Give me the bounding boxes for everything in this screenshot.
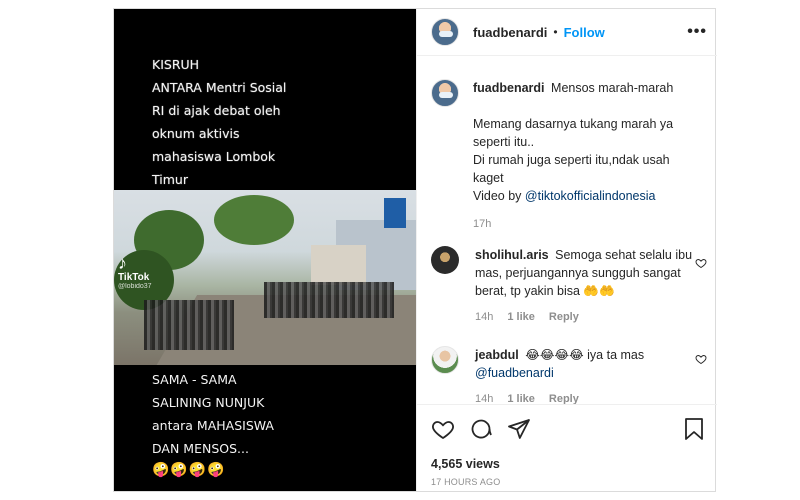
post-actions: 4,565 views 17 HOURS AGO: [417, 404, 717, 490]
caption-avatar[interactable]: [431, 79, 459, 107]
more-options-icon[interactable]: •••: [687, 23, 707, 41]
video-emojis: 🤪🤪🤪🤪: [152, 461, 226, 477]
video-caption-line: RI di ajak debat oleh: [152, 103, 281, 118]
caption-time[interactable]: 17h: [473, 215, 491, 233]
video-caption-bottom: SAMA - SAMA SALINING NUNJUK antara MAHAS…: [152, 368, 402, 460]
video-caption-line: SAMA - SAMA: [152, 372, 237, 387]
reply-button[interactable]: Reply: [549, 308, 579, 326]
video-caption-top: KISRUH ANTARA Mentri Sosial RI di ajak d…: [152, 53, 402, 191]
post-timestamp[interactable]: 17 HOURS AGO: [431, 477, 500, 487]
bookmark-icon[interactable]: [683, 417, 705, 441]
video-scene: [114, 190, 416, 365]
comment-mention-link[interactable]: @fuadbenardi: [475, 366, 554, 380]
avatar[interactable]: [431, 18, 459, 46]
post-header: fuadbenardi • Follow •••: [417, 9, 717, 56]
post-side-panel: fuadbenardi • Follow ••• fuadbenardi Men…: [416, 9, 717, 491]
caption-mention-link[interactable]: @tiktokofficialindonesia: [525, 189, 656, 203]
reply-button[interactable]: Reply: [549, 390, 579, 404]
video-caption-line: DAN MENSOS...: [152, 441, 249, 456]
comment-likes[interactable]: 1 like: [507, 308, 535, 326]
tiktok-icon: ♪: [118, 253, 127, 273]
caption-text: Mensos marah-marah: [551, 81, 674, 95]
post-video[interactable]: KISRUH ANTARA Mentri Sosial RI di ajak d…: [114, 9, 416, 491]
comment-time[interactable]: 14h: [475, 390, 493, 404]
video-caption-line: KISRUH: [152, 57, 200, 72]
share-icon[interactable]: [507, 417, 531, 441]
commenter-avatar[interactable]: [431, 346, 459, 374]
instagram-post: KISRUH ANTARA Mentri Sosial RI di ajak d…: [113, 8, 717, 492]
comment-icon[interactable]: [469, 417, 493, 441]
like-comment-heart-icon[interactable]: [695, 257, 707, 269]
view-count[interactable]: 4,565 views: [431, 457, 500, 471]
video-caption-line: antara MAHASISWA: [152, 418, 274, 433]
video-caption-line: oknum aktivis: [152, 126, 240, 141]
like-comment-heart-icon[interactable]: [695, 353, 707, 365]
video-caption-line: Timur: [152, 172, 188, 187]
commenter-avatar[interactable]: [431, 246, 459, 274]
tiktok-handle: @lobido37: [118, 283, 152, 290]
tiktok-label: TikTok: [118, 272, 150, 283]
comment-item: jeabdul 😂😂😂😂 iya ta mas @fuadbenardi 14h…: [431, 346, 695, 404]
video-caption-line: mahasiswa Lombok: [152, 149, 276, 164]
comment-time[interactable]: 14h: [475, 308, 493, 326]
comment-username[interactable]: jeabdul: [475, 348, 519, 362]
comment-likes[interactable]: 1 like: [507, 390, 535, 404]
tiktok-watermark: ♪ TikTok @lobido37: [118, 253, 152, 290]
caption: fuadbenardi Mensos marah-marah Memang da…: [431, 79, 693, 233]
header-username[interactable]: fuadbenardi: [473, 25, 547, 40]
comments-list[interactable]: fuadbenardi Mensos marah-marah Memang da…: [417, 56, 717, 404]
comment-text: 😂😂😂😂 iya ta mas: [525, 348, 645, 362]
comment-item: sholihul.aris Semoga sehat selalu ibu ma…: [431, 246, 695, 326]
caption-line: Memang dasarnya tukang marah ya seperti …: [473, 117, 674, 149]
follow-button[interactable]: Follow: [564, 25, 605, 40]
comment-username[interactable]: sholihul.aris: [475, 248, 549, 262]
caption-line: Di rumah juga seperti itu,ndak usah kage…: [473, 153, 670, 185]
heart-icon[interactable]: [431, 417, 455, 441]
video-caption-line: ANTARA Mentri Sosial: [152, 80, 287, 95]
separator-dot: •: [553, 25, 558, 39]
caption-username[interactable]: fuadbenardi: [473, 81, 545, 95]
video-caption-line: SALINING NUNJUK: [152, 395, 265, 410]
caption-video-by: Video by: [473, 189, 525, 203]
